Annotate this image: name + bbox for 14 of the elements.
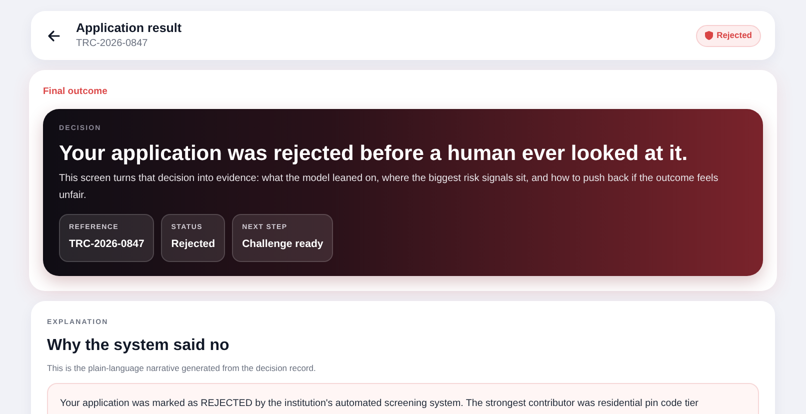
section-title: Why the system said no — [47, 336, 230, 356]
section-subtitle: This is the plain-language narrative generated from the decision record. — [47, 362, 317, 374]
fact-value: Rejected — [171, 237, 216, 252]
narrative-text: Your application was marked as REJECTED by the institution's automated screening system. The strongest contributor was residential pin code tier — [60, 397, 700, 412]
fact-value: Challenge ready — [242, 237, 324, 252]
back-arrow-icon — [47, 28, 61, 42]
decision-summary: This screen turns that decision into evidence: what the model leaned on, where the biggest risk signals sit, and how to push back if the outcome feels unfair. — [59, 172, 720, 203]
reference-number: TRC-2026-0847 — [76, 37, 149, 51]
decision-headline: Your application was rejected before a human ever looked at it. — [59, 140, 689, 167]
page-title: Application result — [76, 20, 182, 36]
fact-value: TRC-2026-0847 — [69, 237, 144, 252]
status-badge: Rejected — [696, 24, 761, 46]
section-label: Final outcome — [43, 85, 108, 99]
shield-icon — [704, 31, 713, 40]
